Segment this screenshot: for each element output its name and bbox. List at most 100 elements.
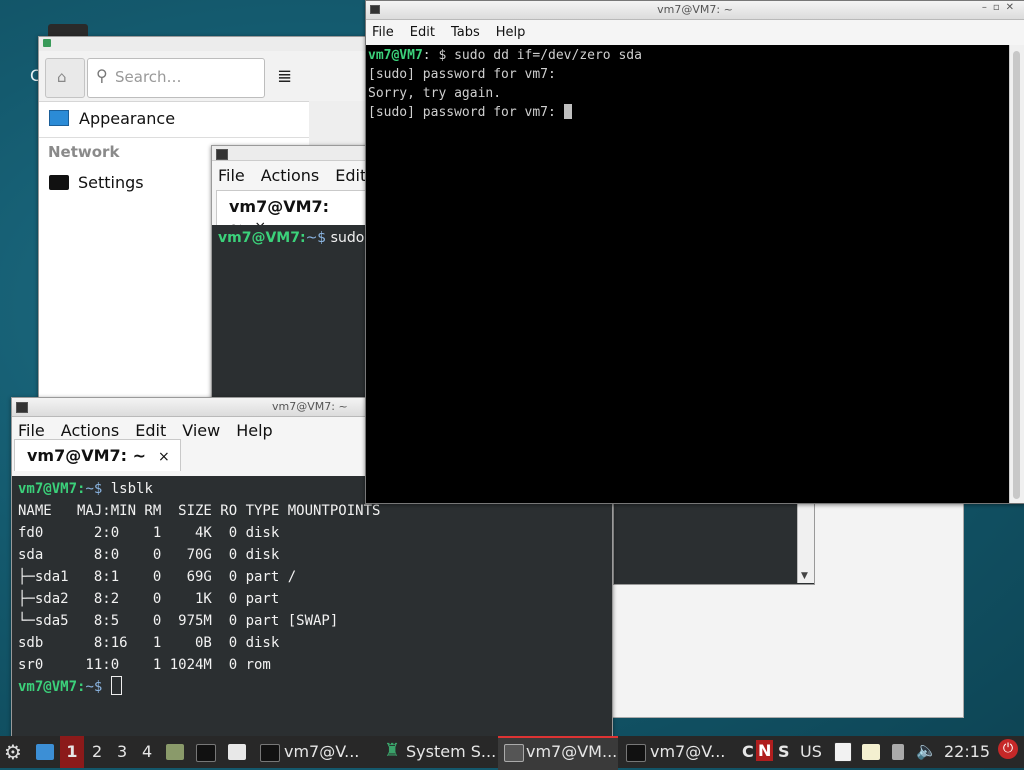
menu-file[interactable]: File (18, 421, 45, 440)
prompt-user: vm7@VM7 (368, 48, 423, 63)
terminal-content-middle[interactable]: vm7@VM7:~$ sudo (212, 225, 372, 401)
menu-file[interactable]: File (218, 166, 245, 185)
section-network: Network (48, 143, 120, 161)
output-line: [sudo] password for vm7: (368, 67, 556, 82)
menu-edit[interactable]: Edit (335, 166, 366, 185)
task-terminal-3[interactable]: vm7@V... (622, 736, 737, 768)
task-terminal-1[interactable]: vm7@V... (258, 736, 378, 768)
task-label: vm7@V... (284, 742, 360, 761)
hamburger-icon: ≣ (277, 66, 293, 87)
task-terminal-2-active[interactable]: vm7@VM... (498, 736, 618, 770)
terminal-window-middle: File Actions Edit vm7@VM7: ~× vm7@VM7:~$… (211, 145, 373, 402)
terminal-content-main[interactable]: vm7@VM7: $ sudo dd if=/dev/zero sda [sudo… (366, 45, 1014, 503)
menu-help[interactable]: Help (236, 421, 272, 440)
menu-help[interactable]: Help (496, 25, 526, 40)
terminal-app-icon (216, 149, 228, 160)
workspace-2[interactable]: 2 (92, 742, 102, 761)
menu-button[interactable]: ≣ (268, 58, 304, 96)
workspace-4[interactable]: 4 (142, 742, 152, 761)
keyboard-layout[interactable]: US (800, 742, 822, 761)
menu-tabs[interactable]: Tabs (451, 25, 480, 40)
clock[interactable]: 22:15 (944, 742, 990, 761)
command-text: lsblk (102, 481, 153, 497)
tab-vm7-lsblk[interactable]: vm7@VM7: ~ × (14, 439, 181, 471)
terminal-content-lsblk[interactable]: vm7@VM7:~$ lsblk NAME MAJ:MIN RM SIZE RO … (12, 476, 612, 741)
settings-item-appearance[interactable]: Appearance (49, 107, 175, 129)
power-icon[interactable]: ⏻ (998, 739, 1018, 759)
menu-actions[interactable]: Actions (261, 166, 319, 185)
search-field[interactable]: ⚲ Search… (87, 58, 265, 98)
show-desktop-icon[interactable] (36, 744, 54, 760)
terminal-cursor (110, 676, 122, 695)
prompt-user: vm7@VM7: (218, 230, 306, 246)
terminal-launcher-icon[interactable] (196, 744, 216, 762)
tray-n[interactable]: N (756, 740, 774, 761)
battery-icon[interactable] (892, 744, 904, 760)
app-menu-icon[interactable]: ⚙ (4, 740, 22, 764)
scrollbar-thumb[interactable] (1013, 51, 1020, 499)
window-title: vm7@VM7: ~ (272, 400, 348, 413)
window-title: vm7@VM7: ~ (657, 3, 733, 16)
dialog-list-panel (613, 501, 815, 585)
output-line: sr0 11:0 1 1024M 0 rom (18, 657, 271, 673)
workspace-3[interactable]: 3 (117, 742, 127, 761)
main-scrollbar[interactable] (1009, 45, 1024, 503)
prompt-user: vm7@VM7: (18, 679, 86, 695)
settings-sidebar-divider (39, 137, 309, 138)
prompt-dollar: ~$ (85, 481, 103, 497)
scroll-down-arrow-icon[interactable]: ▼ (801, 571, 808, 581)
menu-actions[interactable]: Actions (61, 421, 119, 440)
appearance-icon (49, 110, 69, 126)
command-text: sudo (326, 230, 365, 246)
command-line: vm7@VM7: $ sudo dd if=/dev/zero sda (368, 46, 1012, 65)
volume-icon[interactable]: 🔈 (916, 741, 937, 761)
terminal-window-main: vm7@VM7: ~ –▫✕ File Edit Tabs Help vm7@V… (365, 0, 1024, 504)
clipboard-icon[interactable] (834, 742, 852, 762)
output-line: Sorry, try again. (368, 86, 502, 101)
search-placeholder: Search… (115, 68, 182, 86)
dialog-list-scrollbar[interactable]: ▼ (797, 501, 814, 583)
settings-app-icon (43, 39, 51, 47)
menu-file[interactable]: File (372, 25, 394, 40)
password-prompt-line: [sudo] password for vm7: (368, 103, 1012, 122)
maximize-icon[interactable]: ▫ (993, 2, 1006, 13)
tray-c[interactable]: C (742, 742, 754, 761)
search-icon: ⚲ (96, 66, 108, 85)
main-menubar: File Edit Tabs Help (366, 20, 1024, 44)
taskbar: ⚙ 1 2 3 4 vm7@V... ♜ System S... vm7@VM.… (0, 736, 1024, 770)
monitor-icon (49, 174, 69, 190)
home-button[interactable]: ⌂ (45, 58, 85, 98)
prompt-user: vm7@VM7: (18, 481, 86, 497)
tab-close-icon[interactable]: × (158, 449, 170, 465)
monitor-icon (504, 744, 524, 762)
output-line: └─sda5 8:5 0 975M 0 part [SWAP] (18, 613, 339, 629)
workspace-1[interactable]: 1 (60, 736, 84, 768)
appearance-label: Appearance (79, 108, 176, 128)
tray-s[interactable]: S (778, 742, 790, 761)
task-label: System S... (406, 742, 497, 761)
background-dialog: ▼ (612, 500, 964, 718)
network-settings-label: Settings (78, 172, 144, 192)
settings-item-network[interactable]: Settings (49, 171, 144, 193)
output-line: sda 8:0 0 70G 0 disk (18, 547, 280, 563)
terminal-icon (626, 744, 646, 762)
minimize-icon[interactable]: – (982, 2, 993, 13)
text-editor-icon[interactable] (228, 744, 246, 760)
middle-titlebar (212, 146, 372, 161)
task-label: vm7@V... (650, 742, 726, 761)
home-icon: ⌂ (57, 68, 67, 86)
close-icon[interactable]: ✕ (1006, 2, 1020, 13)
menu-view[interactable]: View (182, 421, 220, 440)
task-label: vm7@VM... (526, 742, 618, 761)
prompt-line: vm7@VM7:~$ (18, 676, 606, 698)
output-line: fd0 2:0 1 4K 0 disk (18, 525, 280, 541)
terminal-icon (260, 744, 280, 762)
middle-menubar: File Actions Edit (212, 162, 372, 188)
output-line: ├─sda2 8:2 0 1K 0 part (18, 591, 280, 607)
menu-edit[interactable]: Edit (135, 421, 166, 440)
menu-edit[interactable]: Edit (410, 25, 435, 40)
notes-icon[interactable] (862, 744, 880, 760)
task-settings[interactable]: ♜ System S... (382, 736, 497, 768)
window-controls[interactable]: –▫✕ (982, 2, 1020, 13)
file-manager-icon[interactable] (166, 744, 184, 760)
